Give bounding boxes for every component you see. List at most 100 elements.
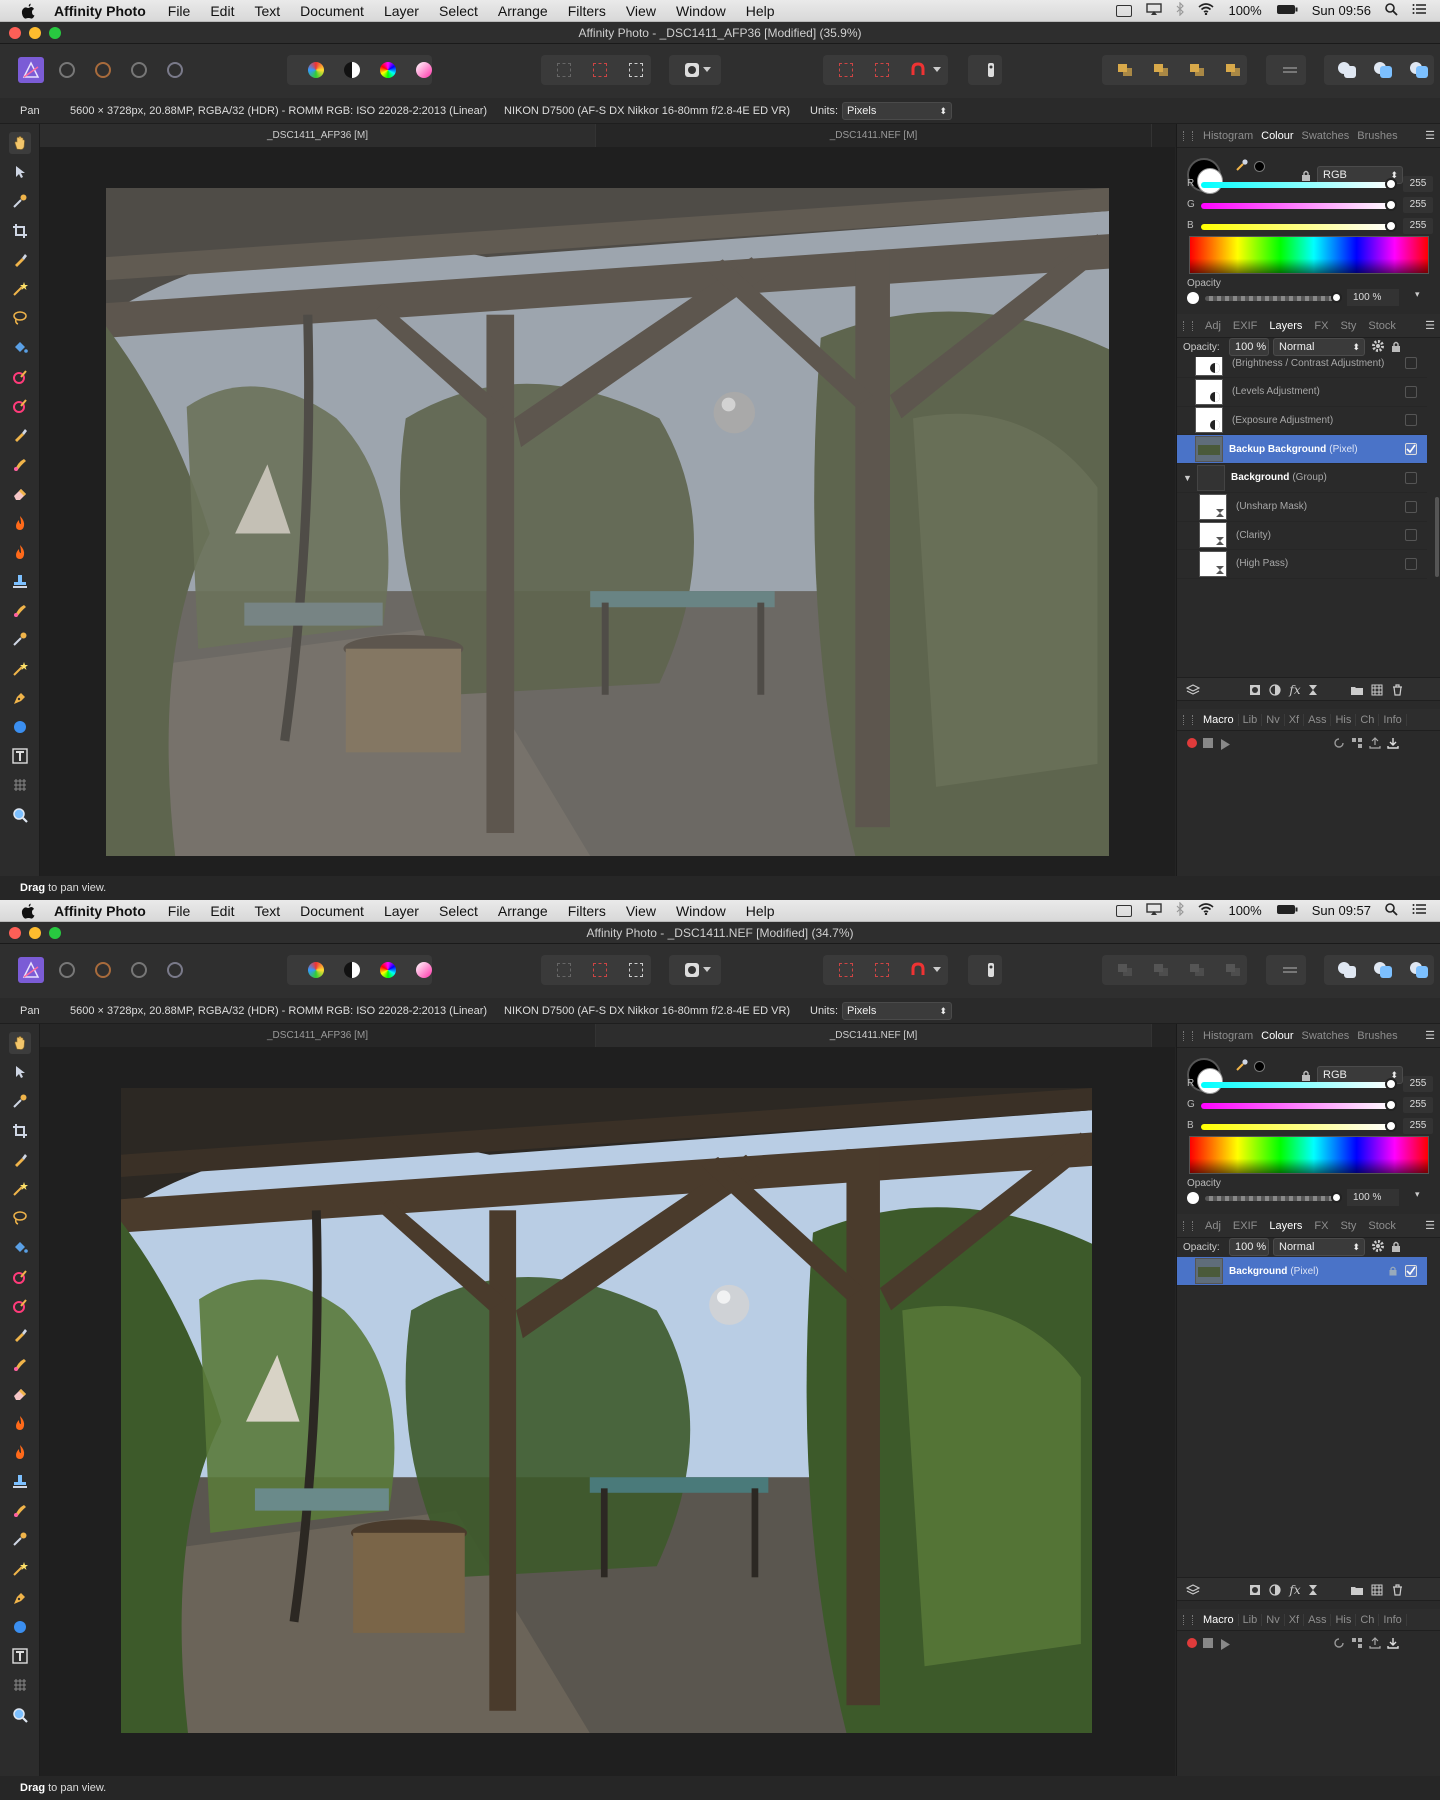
selection-brush-tool-icon[interactable] — [9, 249, 31, 271]
panel-menu-icon[interactable]: ☰ — [1421, 319, 1440, 332]
slider-track[interactable] — [1201, 182, 1391, 188]
battery-icon[interactable] — [1276, 903, 1298, 918]
dodge-tool-icon[interactable] — [9, 512, 31, 534]
minimize-window-button[interactable] — [29, 927, 41, 939]
tab-histogram[interactable]: Histogram — [1199, 130, 1257, 142]
document-tab-2[interactable]: _DSC1411.NEF [M] — [596, 1024, 1152, 1047]
expand-group-chevron-icon[interactable]: ▼ — [1183, 473, 1192, 483]
wifi-icon[interactable] — [1198, 3, 1214, 18]
menu-file[interactable]: File — [158, 903, 201, 919]
color-picker-tool-icon[interactable] — [9, 1090, 31, 1112]
notification-center-icon[interactable] — [1412, 3, 1426, 18]
document-photo[interactable] — [121, 1088, 1092, 1733]
panel-grip-icon[interactable] — [1183, 714, 1193, 725]
menu-select[interactable]: Select — [429, 903, 488, 919]
menu-document[interactable]: Document — [290, 903, 374, 919]
tab-fx[interactable]: FX — [1308, 1220, 1334, 1232]
intersect-shape-icon[interactable] — [1405, 56, 1433, 84]
tab-exif[interactable]: EXIF — [1227, 320, 1263, 332]
tab-his[interactable]: His — [1331, 713, 1357, 726]
white-balance-icon[interactable] — [410, 56, 438, 84]
color-replacement-tool-icon[interactable] — [9, 1295, 31, 1317]
tab-nv[interactable]: Nv — [1262, 713, 1285, 726]
layer-visibility-checkbox[interactable] — [1405, 557, 1417, 570]
noise-swatch-icon[interactable] — [1254, 1061, 1265, 1072]
menu-text[interactable]: Text — [244, 903, 290, 919]
subtract-shape-icon[interactable] — [1369, 56, 1397, 84]
colour-spectrum[interactable] — [1189, 1136, 1429, 1174]
crop-tool-icon[interactable] — [9, 220, 31, 242]
pen-tool-icon[interactable] — [9, 1587, 31, 1609]
dodge-tool-icon[interactable] — [9, 1412, 31, 1434]
noise-swatch-icon[interactable] — [1254, 161, 1265, 172]
tab-info[interactable]: Info — [1379, 713, 1407, 726]
fx-icon[interactable]: fx — [1287, 1582, 1303, 1598]
slider-value[interactable]: 255 — [1403, 176, 1433, 192]
tab-swatches[interactable]: Swatches — [1298, 130, 1354, 142]
view-tool-icon[interactable] — [9, 1032, 31, 1054]
layer-settings-gear-icon[interactable] — [1371, 1239, 1385, 1258]
arrange-backward-icon[interactable] — [1147, 56, 1175, 84]
panel-grip-icon[interactable] — [1183, 320, 1193, 331]
inpainting-tool-icon[interactable] — [9, 1528, 31, 1550]
inpainting-tool-icon[interactable] — [9, 628, 31, 650]
macro-options-icon[interactable] — [1351, 736, 1363, 754]
spotlight-search-icon[interactable] — [1385, 2, 1398, 19]
export-persona-icon[interactable] — [161, 956, 189, 984]
slider-g[interactable]: G 255 — [1187, 197, 1437, 213]
intersect-shape-icon[interactable] — [1405, 956, 1433, 984]
snapping-toggle-icon[interactable] — [868, 956, 896, 984]
display-icon[interactable] — [1116, 4, 1133, 17]
tab-macro[interactable]: Macro — [1199, 713, 1239, 726]
zoom-window-button[interactable] — [49, 927, 61, 939]
tab-sty[interactable]: Sty — [1334, 1220, 1362, 1232]
crop-tool-icon[interactable] — [9, 1120, 31, 1142]
save-macro-icon[interactable] — [1387, 736, 1399, 754]
colour-spectrum[interactable] — [1189, 236, 1429, 274]
zoom-tool-icon[interactable] — [9, 804, 31, 826]
tab-lib[interactable]: Lib — [1239, 1613, 1263, 1626]
add-pixel-layer-icon[interactable] — [1369, 682, 1385, 698]
tab-xf[interactable]: Xf — [1285, 713, 1305, 726]
tab-histogram[interactable]: Histogram — [1199, 1030, 1257, 1042]
slider-value[interactable]: 255 — [1403, 1076, 1433, 1092]
record-macro-button[interactable] — [1187, 738, 1197, 748]
layers-scrollbar[interactable] — [1435, 497, 1439, 577]
slider-r[interactable]: R 255 — [1187, 1076, 1437, 1092]
tab-xf[interactable]: Xf — [1285, 1613, 1305, 1626]
layer-row[interactable]: (Brightness / Contrast Adjustment) — [1177, 357, 1427, 378]
layer-visibility-checkbox[interactable] — [1405, 500, 1417, 513]
panel-menu-icon[interactable]: ☰ — [1421, 1219, 1440, 1232]
document-tab-1[interactable]: _DSC1411_AFP36 [M] — [40, 124, 596, 147]
menu-filters[interactable]: Filters — [558, 3, 616, 19]
panel-grip-icon[interactable] — [1183, 1030, 1193, 1041]
color-replacement-tool-icon[interactable] — [9, 395, 31, 417]
tab-stock[interactable]: Stock — [1362, 1220, 1402, 1232]
tab-nv[interactable]: Nv — [1262, 1613, 1285, 1626]
tab-layers[interactable]: Layers — [1263, 320, 1308, 332]
arrange-front-icon[interactable] — [1219, 956, 1247, 984]
tab-ass[interactable]: Ass — [1304, 1613, 1332, 1626]
add-pixel-layer-icon[interactable] — [1369, 1582, 1385, 1598]
arrange-backward-icon[interactable] — [1147, 956, 1175, 984]
clear-macro-icon[interactable] — [1333, 1636, 1345, 1654]
develop-persona-icon[interactable] — [89, 956, 117, 984]
paint-mixer-tool-icon[interactable] — [9, 1353, 31, 1375]
layer-row[interactable]: Backup Background (Pixel) — [1177, 435, 1427, 465]
view-tool-icon[interactable] — [9, 132, 31, 154]
opacity-slider-track[interactable] — [1205, 296, 1341, 301]
selection-brush-tool-icon[interactable] — [9, 1149, 31, 1171]
stop-macro-button[interactable] — [1203, 1638, 1213, 1648]
eyedropper-icon[interactable] — [1235, 1058, 1249, 1077]
arrange-forward-icon[interactable] — [1183, 956, 1211, 984]
spotlight-search-icon[interactable] — [1385, 902, 1398, 919]
opacity-value[interactable]: 100 % — [1347, 289, 1399, 306]
document-photo[interactable] — [106, 188, 1109, 856]
opacity-slider-knob[interactable] — [1331, 292, 1342, 303]
grid-snapping-icon[interactable] — [832, 56, 860, 84]
opacity-slider-track[interactable] — [1205, 1196, 1341, 1201]
menu-view[interactable]: View — [616, 3, 666, 19]
add-group-folder-icon[interactable] — [1349, 1582, 1365, 1598]
export-macro-icon[interactable] — [1369, 736, 1381, 754]
magnet-icon[interactable] — [904, 56, 932, 84]
